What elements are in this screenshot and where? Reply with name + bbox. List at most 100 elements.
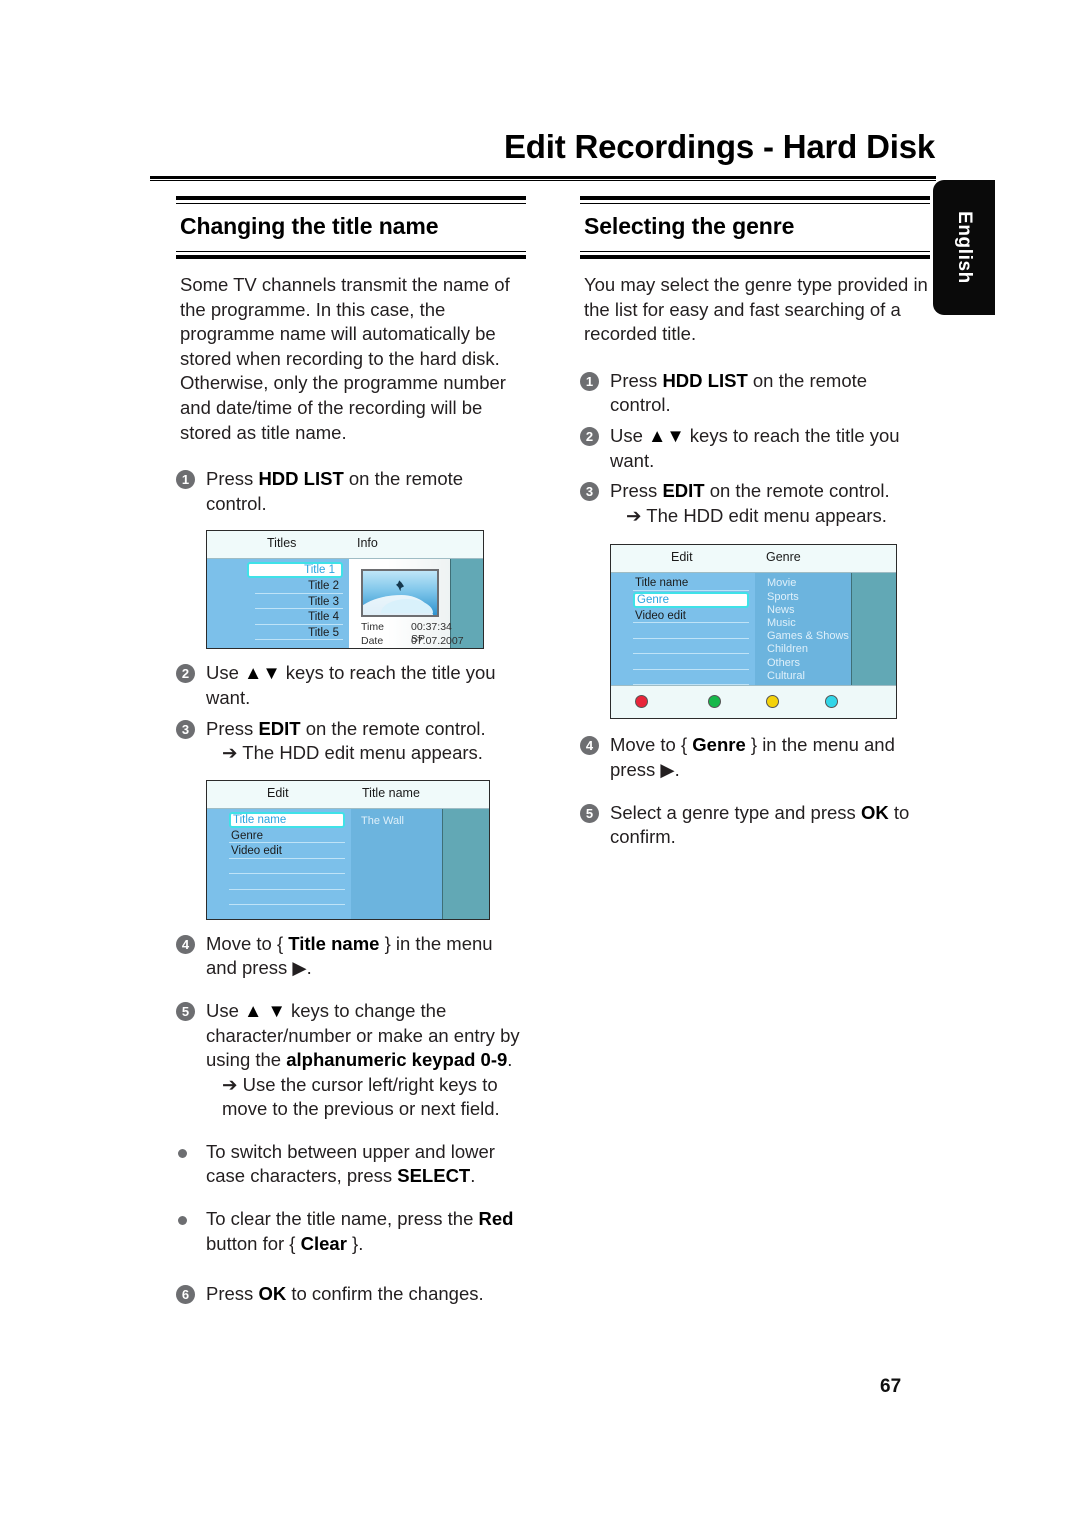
left-column: Changing the title name Some TV channels…	[176, 196, 526, 1313]
step-text-after: on the remote control.	[704, 480, 890, 502]
right-section-heading-text: Selecting the genre	[584, 213, 795, 239]
menu-item-genre[interactable]: Genre	[229, 829, 345, 844]
bullet-text-bold-2: Clear	[300, 1232, 347, 1254]
right-section-heading: Selecting the genre	[580, 196, 930, 259]
screen-header-right: Title name	[362, 785, 420, 800]
step-number-badge: 1	[176, 470, 195, 490]
step-number-badge: 5	[176, 1001, 195, 1021]
bullet-text-after: .	[470, 1165, 476, 1187]
edit-menu-pane: Title name Genre Video edit	[611, 573, 755, 686]
right-step-4: 4 Move to { Genre } in the menu and pres…	[580, 733, 930, 782]
left-step-5: 5 Use ▲ ▼ keys to change the character/n…	[176, 999, 526, 1122]
step-5-bold-tail: alphanumeric keypad 0-9	[286, 1049, 508, 1071]
green-button-icon[interactable]	[708, 695, 721, 709]
menu-item-empty	[229, 860, 345, 875]
step-text-before: Use	[206, 662, 245, 684]
left-step-4: 4 Move to { Title name } in the menu and…	[176, 932, 526, 981]
bullet-dot-icon	[178, 1148, 187, 1158]
step-text-bold: Title name	[288, 932, 380, 954]
right-edge-panel	[851, 573, 896, 686]
page-title-rule-thin	[150, 180, 936, 181]
menu-item-title-name[interactable]: Title name	[633, 576, 749, 591]
step-number-badge: 3	[580, 482, 599, 502]
genre-option[interactable]: Music	[767, 617, 851, 630]
colour-button-bar	[611, 685, 896, 719]
screen-header: Titles Info	[207, 531, 483, 560]
step-text-before: Press	[206, 468, 259, 490]
screenshot-edit-title-name: Edit Title name Title name Genre Video e…	[206, 779, 490, 920]
genre-option[interactable]: Children	[767, 643, 851, 656]
right-step-5: 5 Select a genre type and press OK to co…	[580, 801, 930, 850]
step-text-bold: HDD LIST	[662, 369, 748, 391]
step-number-badge: 5	[580, 803, 599, 823]
genre-option[interactable]: Games & Shows	[767, 630, 851, 643]
genre-option[interactable]: News	[767, 604, 851, 617]
right-step-3: 3 Press EDIT on the remote control. ➔ Th…	[580, 479, 930, 528]
genre-option[interactable]: Cultural	[767, 670, 851, 683]
left-bullet-1: To switch between upper and lower case c…	[176, 1140, 526, 1189]
menu-item-video-edit[interactable]: Video edit	[633, 609, 749, 624]
language-tab-label: English	[954, 211, 975, 284]
list-item[interactable]: Title 1	[247, 562, 343, 579]
screenshot-edit-genre: Edit Genre Title name Genre Video edit M…	[610, 544, 897, 720]
step-text-bold: Genre	[692, 734, 746, 756]
step-text-after: to confirm the changes.	[286, 1283, 484, 1305]
step-text-before: Press	[206, 1283, 259, 1305]
list-item[interactable]: Title 5	[255, 626, 343, 641]
step-5-period: .	[507, 1049, 513, 1071]
step-text-before: Press	[610, 480, 663, 502]
thumbnail-preview	[361, 569, 439, 618]
page-title: Edit Recordings - Hard Disk	[503, 128, 935, 165]
step-number-badge: 1	[580, 371, 599, 391]
bullet-text-bold: SELECT	[397, 1165, 471, 1187]
red-button-icon[interactable]	[635, 695, 648, 709]
genre-option[interactable]: Movie	[767, 577, 851, 590]
screen-header-left: Edit	[671, 550, 693, 565]
step-text-before: Select a genre type and press	[610, 801, 861, 823]
genre-option[interactable]: Others	[767, 657, 851, 670]
menu-item-empty	[633, 640, 749, 655]
genre-option[interactable]: Sports	[767, 591, 851, 604]
list-item[interactable]: Title 3	[255, 595, 343, 610]
bullet-text-after-2: }.	[346, 1232, 364, 1254]
right-edge-panel	[442, 808, 489, 919]
step-number-badge: 2	[176, 664, 195, 684]
screen-header: Edit Genre	[611, 545, 896, 574]
menu-item-empty	[633, 624, 749, 639]
language-tab: English	[933, 180, 995, 315]
step-text-bold: ▲▼	[244, 662, 281, 684]
left-step-6: 6 Press OK to confirm the changes.	[176, 1282, 526, 1307]
info-date-label: Date	[361, 635, 384, 648]
menu-item-title-name[interactable]: Title name	[229, 811, 345, 828]
menu-item-genre[interactable]: Genre	[633, 591, 749, 608]
screen-header-right: Info	[357, 536, 378, 551]
step-text-bold: ▲ ▼	[244, 999, 286, 1021]
right-intro-paragraph: You may select the genre type provided i…	[584, 274, 928, 345]
step-text-before: Press	[610, 369, 663, 391]
step-number-badge: 4	[580, 736, 599, 756]
title-name-value-pane: The Wall	[351, 808, 442, 919]
step-number-badge: 2	[580, 426, 599, 446]
step-text-bold: ▲▼	[648, 424, 685, 446]
info-pane: Time 00:37:34 SP Date 07.07.2007	[349, 559, 464, 649]
right-step-2: 2 Use ▲▼ keys to reach the title you wan…	[580, 424, 930, 473]
cyan-button-icon[interactable]	[825, 695, 838, 709]
step-text-bold: EDIT	[662, 480, 705, 502]
yellow-button-icon[interactable]	[766, 695, 779, 709]
menu-item-empty	[633, 671, 749, 686]
list-item[interactable]: Title 4	[255, 610, 343, 625]
left-step-5-note: ➔ Use the cursor left/right keys to move…	[222, 1073, 500, 1120]
step-text-before: Move to {	[206, 932, 289, 954]
step-text-before: Press	[206, 717, 259, 739]
list-item[interactable]: Title 2	[255, 579, 343, 594]
genre-list-pane: Movie Sports News Music Games & Shows Ch…	[755, 573, 851, 686]
heading-rule-bottom-thin	[176, 251, 526, 252]
menu-item-video-edit[interactable]: Video edit	[229, 844, 345, 859]
step-text-bold: EDIT	[258, 717, 301, 739]
right-step-3-note: ➔ The HDD edit menu appears.	[626, 504, 887, 526]
heading-rule-top-thick	[580, 196, 930, 200]
bullet-text-before: To clear the title name, press the	[206, 1208, 479, 1230]
